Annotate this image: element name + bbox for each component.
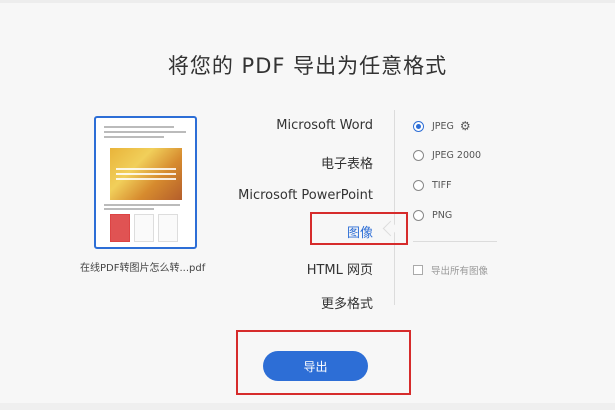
file-name: 在线PDF转图片怎么转...pdf bbox=[80, 263, 206, 274]
panel-divider bbox=[394, 110, 395, 305]
option-tiff-label: TIFF bbox=[432, 180, 452, 191]
option-jpeg[interactable]: JPEG ⚙ bbox=[413, 120, 471, 132]
bottom-border bbox=[0, 403, 615, 410]
document-thumbnail[interactable] bbox=[94, 116, 197, 249]
radio-tiff[interactable] bbox=[413, 180, 424, 191]
radio-jpeg[interactable] bbox=[413, 120, 424, 132]
thumb-text-line bbox=[104, 126, 174, 128]
format-powerpoint[interactable]: Microsoft PowerPoint bbox=[238, 188, 373, 203]
thumb-text-line bbox=[104, 208, 154, 210]
format-html[interactable]: HTML 网页 bbox=[307, 259, 373, 278]
thumb-card bbox=[134, 214, 154, 242]
option-png-label: PNG bbox=[432, 210, 453, 221]
export-all-images-label: 导出所有图像 bbox=[431, 266, 489, 277]
format-more[interactable]: 更多格式 bbox=[321, 293, 373, 312]
option-png[interactable]: PNG bbox=[413, 210, 452, 221]
image-highlight-box bbox=[310, 212, 408, 245]
format-word[interactable]: Microsoft Word bbox=[276, 118, 373, 133]
format-spreadsheet[interactable]: 电子表格 bbox=[321, 153, 373, 172]
thumb-photo bbox=[110, 148, 182, 200]
thumb-text-line bbox=[104, 204, 180, 206]
top-border bbox=[0, 0, 615, 3]
radio-jpeg2000[interactable] bbox=[413, 150, 424, 161]
export-button[interactable]: 导出 bbox=[263, 351, 368, 381]
thumb-card bbox=[158, 214, 178, 242]
thumb-text-line bbox=[104, 136, 164, 138]
option-jpeg2000[interactable]: JPEG 2000 bbox=[413, 150, 481, 161]
option-jpeg-label: JPEG bbox=[432, 120, 454, 132]
option-jpeg2000-label: JPEG 2000 bbox=[432, 150, 482, 161]
radio-png[interactable] bbox=[413, 210, 424, 221]
thumb-card bbox=[110, 214, 130, 242]
export-all-images-checkbox[interactable] bbox=[413, 265, 423, 275]
options-divider bbox=[413, 241, 497, 242]
gear-icon[interactable]: ⚙ bbox=[460, 120, 471, 132]
option-tiff[interactable]: TIFF bbox=[413, 180, 452, 191]
thumb-text-line bbox=[104, 131, 186, 133]
export-all-images-option[interactable]: 导出所有图像 bbox=[413, 263, 488, 277]
page-title: 将您的 PDF 导出为任意格式 bbox=[167, 54, 448, 78]
